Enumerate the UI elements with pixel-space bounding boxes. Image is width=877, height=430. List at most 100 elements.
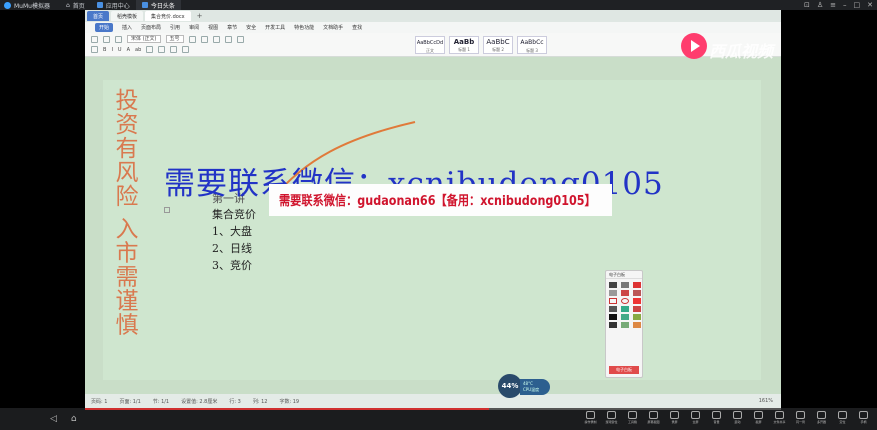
tool-icon-9 <box>775 411 784 419</box>
bullets-icon[interactable] <box>212 35 220 43</box>
close-icon[interactable]: ✕ <box>867 1 873 9</box>
tool-button-10[interactable]: 同一局 <box>793 411 808 424</box>
status-line: 行: 3 <box>229 398 241 405</box>
ellipse-icon[interactable] <box>621 298 629 304</box>
tool-button-11[interactable]: 多开器 <box>814 411 829 424</box>
fill-rect-icon[interactable] <box>633 298 641 304</box>
eraser-icon[interactable] <box>609 306 617 312</box>
tool-button-8[interactable]: 截屏 <box>751 411 766 424</box>
new-tab-icon[interactable]: + <box>197 12 203 20</box>
style-heading-2[interactable]: AaBbC 标题 2 <box>483 36 513 54</box>
home-nav-icon[interactable]: ⌂ <box>71 414 77 424</box>
tool-button-6[interactable]: 音量 <box>709 411 724 424</box>
tool-button-0[interactable]: 操作录制 <box>583 411 598 424</box>
tab-toutiao[interactable]: 今日头条 <box>135 0 181 10</box>
tool-button-3[interactable]: 屏幕截图 <box>646 411 661 424</box>
menu-security[interactable]: 安全 <box>246 24 256 31</box>
align-center-icon[interactable] <box>158 46 166 53</box>
emulator-tools: 操作录制 游戏键位 工具箱 屏幕截图 录屏 全屏 音量 震动 截屏 文件共享 同一局 多开器 定位 手柄 <box>583 411 871 424</box>
bold-icon[interactable]: B <box>103 47 106 53</box>
spotlight-icon[interactable] <box>621 314 629 320</box>
menu-view[interactable]: 视图 <box>208 24 218 31</box>
cpu-temp-info: 48°C CPU温度 <box>520 379 550 395</box>
font-name-select[interactable]: 宋体 (正文) <box>127 35 161 43</box>
tool-button-13[interactable]: 手柄 <box>856 411 871 424</box>
tool-button-5[interactable]: 全屏 <box>688 411 703 424</box>
gamepad-icon[interactable]: ⊡ <box>804 1 810 9</box>
paste-icon[interactable] <box>91 35 98 43</box>
tool-button-12[interactable]: 定位 <box>835 411 850 424</box>
redo-icon[interactable] <box>621 322 629 328</box>
style-heading-1[interactable]: AaBb 标题 1 <box>449 36 479 54</box>
rectangle-icon[interactable] <box>609 298 617 304</box>
zoom-icon[interactable] <box>633 314 641 320</box>
menu-icon[interactable]: ≡ <box>830 1 836 9</box>
laser-icon[interactable] <box>633 282 641 288</box>
tool-icon-1 <box>607 411 616 419</box>
tool-button-7[interactable]: 震动 <box>730 411 745 424</box>
tool-label-9: 文件共享 <box>773 420 786 424</box>
menu-chapter[interactable]: 章节 <box>227 24 237 31</box>
curve-icon[interactable] <box>633 290 641 296</box>
grow-font-icon[interactable] <box>188 35 196 43</box>
justify-icon[interactable] <box>182 46 190 53</box>
menu-reference[interactable]: 引用 <box>170 24 180 31</box>
tool-button-9[interactable]: 文件共享 <box>772 411 787 424</box>
copy-icon[interactable] <box>115 35 122 43</box>
blackboard-icon[interactable] <box>609 314 617 320</box>
font-color-icon[interactable]: A <box>127 47 130 53</box>
italic-icon[interactable]: I <box>111 47 112 53</box>
tool-label-6: 音量 <box>713 420 720 424</box>
document-page[interactable] <box>103 80 761 380</box>
align-left-icon[interactable] <box>146 46 154 53</box>
minimize-icon[interactable]: – <box>843 1 847 9</box>
clear-icon[interactable] <box>633 322 641 328</box>
menu-search[interactable]: 查找 <box>352 24 362 31</box>
menu-insert[interactable]: 插入 <box>122 24 132 31</box>
text-icon[interactable] <box>633 306 641 312</box>
tool-icon-5 <box>691 411 700 419</box>
pen-panel-footer[interactable]: 电子白板 <box>609 366 639 374</box>
menu-start[interactable]: 开始 <box>95 23 114 32</box>
wps-tab-home[interactable]: 首页 <box>87 11 110 21</box>
tab-app-center[interactable]: 应用中心 <box>91 0 136 10</box>
undo-icon[interactable] <box>609 322 617 328</box>
align-right-icon[interactable] <box>170 46 178 53</box>
play-icon[interactable] <box>681 33 707 59</box>
zoom-level[interactable]: 161% <box>759 398 773 404</box>
back-icon[interactable]: ◁ <box>50 414 57 424</box>
marker-icon[interactable] <box>621 282 629 288</box>
underline-icon[interactable]: U <box>118 47 122 53</box>
tool-button-4[interactable]: 录屏 <box>667 411 682 424</box>
highlighter-icon[interactable] <box>621 306 629 312</box>
tool-icon-11 <box>817 411 826 419</box>
tool-icon-12 <box>838 411 847 419</box>
menu-features[interactable]: 特色功能 <box>294 24 314 31</box>
wps-tab-document[interactable]: 集合竞价.docx <box>145 11 191 21</box>
menu-layout[interactable]: 页面布局 <box>141 24 161 31</box>
numbering-icon[interactable] <box>224 35 232 43</box>
indent-icon[interactable] <box>236 35 244 43</box>
format-painter-icon[interactable] <box>91 46 98 53</box>
arrow-icon[interactable] <box>621 290 629 296</box>
pen-icon[interactable] <box>609 282 617 288</box>
cpu-usage-badge[interactable]: 44% <box>498 374 522 398</box>
video-progress-bar[interactable] <box>85 408 781 410</box>
style-normal[interactable]: AaBbCcDd 正文 <box>415 36 445 54</box>
maximize-icon[interactable]: □ <box>854 1 861 9</box>
shrink-font-icon[interactable] <box>200 35 208 43</box>
tool-button-2[interactable]: 工具箱 <box>625 411 640 424</box>
menu-developer[interactable]: 开发工具 <box>265 24 285 31</box>
wps-tab-templates[interactable]: 稻壳模板 <box>111 11 144 21</box>
highlight-icon[interactable]: ab <box>135 47 141 53</box>
tab-home[interactable]: ⌂ 首页 <box>60 0 91 10</box>
font-size-select[interactable]: 五号 <box>165 35 184 43</box>
style-gallery: AaBbCcDd 正文 AaBb 标题 1 AaBbC 标题 2 AaBbCc 标题 3 <box>415 36 547 54</box>
tool-button-1[interactable]: 游戏键位 <box>604 411 619 424</box>
line-icon[interactable] <box>609 290 617 296</box>
style-heading-3[interactable]: AaBbCc 标题 3 <box>517 36 547 54</box>
user-icon[interactable]: ♙ <box>817 1 823 9</box>
cut-icon[interactable] <box>103 35 110 43</box>
menu-review[interactable]: 审阅 <box>189 24 199 31</box>
menu-assistant[interactable]: 文档助手 <box>323 24 343 31</box>
